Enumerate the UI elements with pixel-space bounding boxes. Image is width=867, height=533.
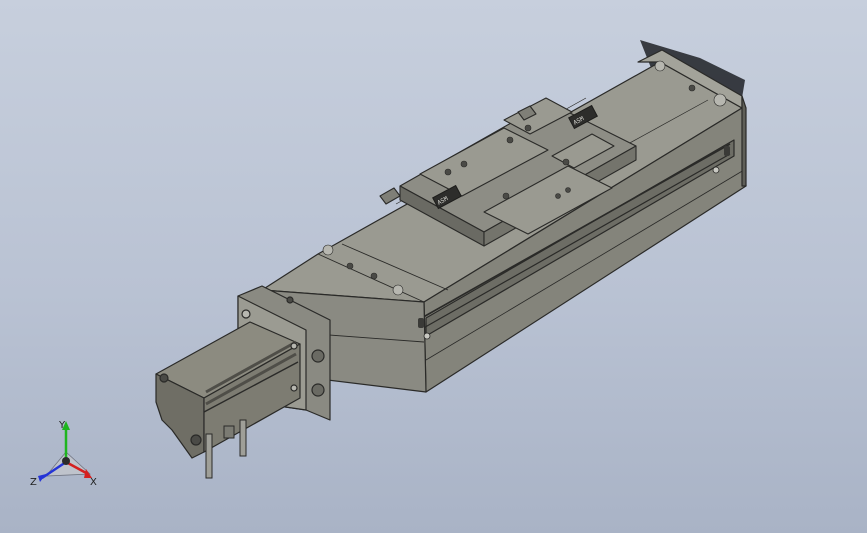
z-axis-label: Z bbox=[30, 477, 37, 488]
triad-origin-icon bbox=[62, 457, 70, 465]
y-axis-label: Y bbox=[59, 420, 66, 431]
linear-actuator-model[interactable]: ASM ASM bbox=[0, 0, 867, 533]
z-arrow-head-icon bbox=[38, 474, 46, 482]
x-axis-label: X bbox=[90, 477, 97, 488]
graphics-viewport[interactable]: ASM ASM Y X Z bbox=[0, 0, 867, 533]
